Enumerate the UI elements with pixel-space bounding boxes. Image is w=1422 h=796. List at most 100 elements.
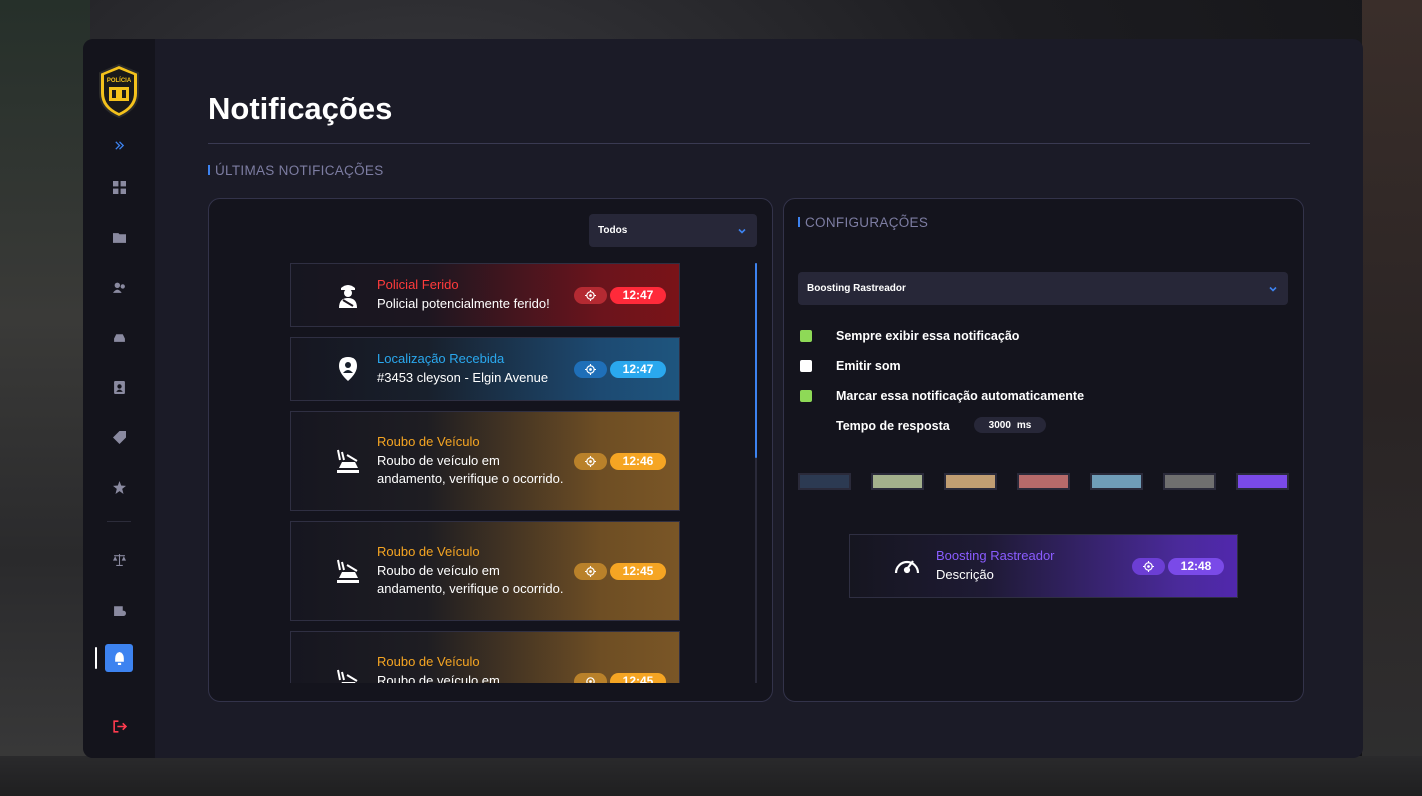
preview-time: 12:48: [1168, 557, 1224, 575]
color-swatch[interactable]: [944, 473, 997, 490]
list-item[interactable]: Localização Recebida #3453 cleyson - Elg…: [290, 337, 680, 401]
filter-select-value: Todos: [598, 225, 628, 236]
notification-badges: 12:47: [574, 286, 666, 304]
notification-text: Roubo de Veículo Roubo de veículo em and…: [377, 544, 567, 598]
list-item[interactable]: Roubo de Veículo Roubo de veículo em and…: [290, 631, 680, 683]
sidebar-item-profiles[interactable]: [105, 373, 133, 401]
notification-title: Roubo de Veículo: [377, 434, 480, 449]
filter-select[interactable]: Todos: [589, 214, 757, 247]
notification-title: Roubo de Veículo: [377, 654, 480, 669]
sidebar-item-vehicles[interactable]: [105, 323, 133, 351]
checkbox-unchecked[interactable]: [800, 360, 812, 372]
crosshair-icon: [586, 676, 595, 683]
notification-badges: 12:45: [574, 562, 666, 580]
list-item[interactable]: Roubo de Veículo Roubo de veículo em and…: [290, 411, 680, 511]
response-time-label: Tempo de resposta: [836, 419, 950, 433]
option-label: Sempre exibir essa notificação: [836, 329, 1020, 343]
list-item[interactable]: Policial Ferido Policial potencialmente …: [290, 263, 680, 327]
color-swatch[interactable]: [871, 473, 924, 490]
notification-preview: Boosting Rastreador Descrição 12:48: [849, 534, 1238, 598]
option-auto-mark[interactable]: Marcar essa notificação automaticamente: [800, 389, 1084, 403]
notification-time: 12:45: [610, 562, 666, 580]
response-time-value: 3000: [988, 419, 1011, 431]
crosshair-icon: [585, 363, 596, 375]
notification-time: 12:47: [610, 286, 666, 304]
sidebar-item-notifications[interactable]: [105, 644, 133, 672]
page-title: Notificações: [208, 91, 393, 126]
scrollbar[interactable]: [755, 263, 757, 683]
notification-desc: Roubo de veículo em andamento, verifique…: [377, 563, 564, 596]
sidebar-item-laws[interactable]: [105, 545, 133, 573]
notification-title: Localização Recebida: [377, 351, 505, 366]
locate-button[interactable]: [574, 360, 607, 378]
car-theft-icon: [331, 444, 365, 478]
notification-type-select[interactable]: Boosting Rastreador: [798, 272, 1288, 305]
scrollbar-thumb[interactable]: [755, 263, 757, 458]
tag-icon: [112, 430, 126, 444]
id-card-icon: [113, 380, 125, 394]
list-item[interactable]: Roubo de Veículo Roubo de veículo em and…: [290, 521, 680, 621]
notifications-list[interactable]: Policial Ferido Policial potencialmente …: [290, 263, 680, 683]
locate-button[interactable]: [574, 562, 607, 580]
notifications-panel: Todos Policial Ferido Policial potencial…: [208, 198, 773, 702]
scale-icon: [112, 553, 126, 566]
notification-desc: Roubo de veículo em andamento, verifique…: [377, 453, 564, 486]
sidebar: POLÍCIA: [83, 39, 155, 758]
checkbox-checked[interactable]: [800, 390, 812, 402]
color-swatch[interactable]: [1163, 473, 1216, 490]
option-always-show[interactable]: Sempre exibir essa notificação: [800, 329, 1019, 343]
option-label: Marcar essa notificação automaticamente: [836, 389, 1085, 403]
sidebar-item-tags[interactable]: [105, 423, 133, 451]
locate-button[interactable]: [574, 672, 607, 683]
sidebar-divider: [107, 521, 131, 522]
response-time-input[interactable]: 3000 ms: [974, 417, 1046, 433]
chevron-down-icon: [737, 226, 747, 236]
sidebar-item-department[interactable]: [105, 595, 133, 623]
crosshair-icon: [585, 289, 596, 301]
notification-badges: 12:48: [1132, 557, 1224, 575]
sidebar-item-reports[interactable]: [105, 223, 133, 251]
background-left: [0, 0, 90, 796]
logout-icon: [112, 719, 127, 733]
sidebar-item-people[interactable]: [105, 273, 133, 301]
notification-badges: 12:46: [574, 452, 666, 470]
notification-title: Policial Ferido: [377, 277, 459, 292]
locate-button[interactable]: [1132, 557, 1165, 575]
config-panel: CONFIGURAÇÕES Boosting Rastreador Sempre…: [783, 198, 1304, 702]
notification-title: Roubo de Veículo: [377, 544, 480, 559]
background-right: [1362, 0, 1422, 796]
option-label: Emitir som: [836, 359, 901, 373]
police-logo-icon: POLÍCIA: [96, 63, 142, 119]
option-emit-sound[interactable]: Emitir som: [800, 359, 901, 373]
grid-icon: [112, 180, 126, 194]
active-indicator: [95, 647, 97, 669]
preview-desc: Descrição: [936, 567, 994, 582]
folder-icon: [112, 232, 126, 243]
crosshair-icon: [585, 455, 596, 467]
building-icon: [113, 605, 126, 616]
notification-badges: 12:45: [574, 672, 666, 683]
notification-badges: 12:47: [574, 360, 666, 378]
crosshair-icon: [585, 565, 596, 577]
sidebar-item-favorites[interactable]: [105, 473, 133, 501]
notification-type-value: Boosting Rastreador: [807, 283, 906, 294]
logo-text: POLÍCIA: [107, 76, 132, 84]
notification-text: Roubo de Veículo Roubo de veículo em and…: [377, 654, 567, 683]
color-swatch[interactable]: [1017, 473, 1070, 490]
bell-icon: [114, 651, 124, 665]
title-divider: [208, 143, 1310, 144]
car-theft-icon: [331, 554, 365, 588]
chevrons-right-icon[interactable]: [105, 131, 133, 159]
main-content: Notificações ÚLTIMAS NOTIFICAÇÕES Todos …: [155, 39, 1363, 758]
color-swatch[interactable]: [798, 473, 851, 490]
preview-title: Boosting Rastreador: [936, 548, 1055, 563]
logout-button[interactable]: [105, 712, 133, 740]
locate-button[interactable]: [574, 286, 607, 304]
background-road: [0, 756, 1422, 796]
color-swatch[interactable]: [1236, 473, 1289, 490]
sidebar-item-dashboard[interactable]: [105, 173, 133, 201]
checkbox-checked[interactable]: [800, 330, 812, 342]
color-swatch[interactable]: [1090, 473, 1143, 490]
locate-button[interactable]: [574, 452, 607, 470]
map-pin-icon: [331, 352, 365, 386]
